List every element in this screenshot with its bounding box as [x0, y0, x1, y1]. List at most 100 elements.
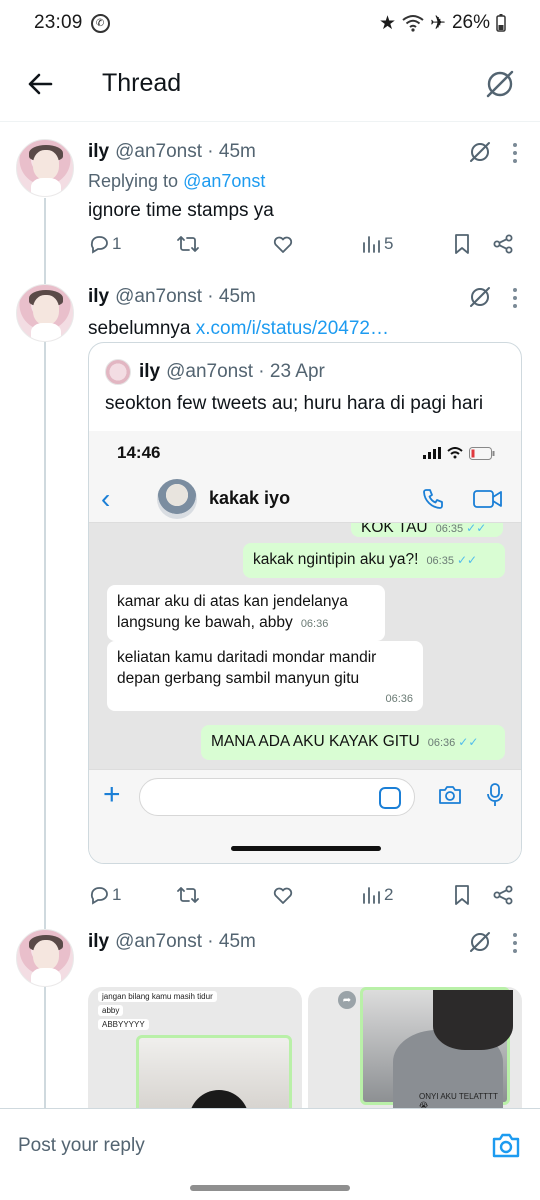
heart-icon	[273, 887, 293, 904]
system-status-bar: 23:09 ✆ ★ ✈ 26%	[0, 0, 540, 46]
grok-icon	[486, 70, 514, 97]
view-count: 2	[384, 885, 394, 904]
reply-button[interactable]: 1	[88, 233, 176, 255]
chat-contact-name: kakak iyo	[209, 488, 291, 508]
sticker-icon	[379, 787, 401, 809]
chat-header: ‹ kakak iyo	[89, 475, 521, 523]
chat-message: KOK TAU 06:35 ✓✓	[351, 523, 503, 537]
chat-message: MANA ADA AKU KAYAK GITU 06:36 ✓✓	[201, 725, 505, 760]
more-options-icon[interactable]	[508, 286, 522, 310]
retweet-icon	[177, 236, 199, 252]
quoted-author-name: ily	[139, 361, 161, 382]
tweet-actions: 1 5	[88, 229, 526, 259]
whatsapp-notification-icon: ✆	[90, 13, 110, 33]
quoted-tweet-card[interactable]: ily @an7onst · 23 Apr seokton few tweets…	[88, 342, 522, 864]
status-link[interactable]: x.com/i/status/20472…	[196, 318, 389, 339]
tweet-author-name[interactable]: ily	[88, 286, 109, 308]
star-icon: ★	[379, 12, 397, 34]
reply-composer[interactable]: Post your reply	[0, 1108, 540, 1182]
chat-message: kamar aku di atas kan jendelanya langsun…	[107, 585, 385, 641]
chat-status-bar: 14:46	[89, 431, 521, 475]
battery-icon	[496, 14, 506, 32]
replying-to: Replying to @an7onst	[88, 171, 266, 191]
arrow-left-icon	[28, 73, 53, 94]
tweet-author-name[interactable]: ily	[88, 141, 109, 163]
views-icon	[363, 236, 380, 253]
share-icon	[493, 234, 513, 254]
grok-icon[interactable]	[468, 140, 492, 164]
camera-icon[interactable]	[490, 1130, 522, 1162]
thread-feed[interactable]: ily @an7onst · 45m Replying to @an7onst …	[0, 123, 540, 1108]
avatar[interactable]	[16, 139, 74, 197]
share-button[interactable]	[492, 233, 516, 255]
like-button[interactable]	[272, 233, 360, 255]
reply-button[interactable]: 1	[88, 884, 176, 906]
retweet-icon	[177, 887, 199, 903]
grok-icon[interactable]	[468, 285, 492, 309]
quoted-avatar	[105, 359, 131, 385]
grok-button[interactable]	[482, 66, 518, 102]
app-header: Thread	[0, 46, 540, 122]
tweet-media-grid: jangan bilang kamu masih tidur abby ABBY…	[88, 987, 522, 1108]
airplane-icon: ✈	[430, 12, 446, 34]
views-button[interactable]: 5	[360, 233, 452, 255]
status-time: 23:09	[34, 12, 83, 33]
tweet-author-name[interactable]: ily	[88, 931, 109, 953]
reply-icon	[90, 887, 108, 905]
chat-home-indicator	[231, 846, 381, 851]
video-call-icon	[473, 488, 503, 510]
chat-screenshot-image[interactable]: 14:46 ‹ kakak iyo KOK TAU 06:35 ✓✓ kakak…	[89, 431, 521, 863]
bookmark-button[interactable]	[452, 884, 492, 906]
reply-input-placeholder[interactable]: Post your reply	[18, 1135, 145, 1157]
chat-clock: 14:46	[117, 443, 161, 462]
more-options-icon[interactable]	[508, 141, 522, 165]
status-icons: ★ ✈ 26%	[379, 12, 506, 35]
bookmark-icon	[455, 234, 469, 254]
chat-contact-avatar	[157, 478, 197, 519]
replying-to-link[interactable]: @an7onst	[183, 171, 265, 191]
more-options-icon[interactable]	[508, 931, 522, 955]
quoted-text: seokton few tweets au; huru hara di pagi…	[105, 393, 484, 414]
avatar[interactable]	[16, 929, 74, 987]
tweet-handle-time: @an7onst · 45m	[115, 141, 256, 162]
reply-icon	[90, 236, 108, 254]
reply-count: 1	[112, 885, 122, 904]
view-count: 5	[384, 234, 394, 253]
wifi-icon	[402, 14, 424, 32]
bookmark-icon	[455, 885, 469, 905]
tweet-text: ignore time stamps ya	[88, 200, 274, 221]
tweet-text: sebelumnya x.com/i/status/20472…	[88, 318, 389, 339]
microphone-icon	[485, 782, 505, 808]
tweet-image-1[interactable]: jangan bilang kamu masih tidur abby ABBY…	[88, 987, 302, 1108]
plus-icon: +	[103, 778, 121, 811]
battery-level: 26%	[451, 12, 490, 33]
chat-messages: KOK TAU 06:35 ✓✓ kakak ngintipin aku ya?! 0…	[89, 523, 521, 769]
share-button[interactable]	[492, 884, 516, 906]
bookmark-button[interactable]	[452, 233, 492, 255]
chat-input-area: +	[89, 769, 521, 863]
tweet-handle-time: @an7onst · 45m	[115, 286, 256, 307]
page-title: Thread	[102, 69, 182, 97]
tweet-handle-time: @an7onst · 45m	[115, 931, 256, 952]
tweet-image-2[interactable]: ➦ ONYI AKU TELATTTT 😭	[308, 987, 522, 1108]
heart-icon	[273, 236, 293, 253]
share-icon	[493, 885, 513, 905]
like-button[interactable]	[272, 884, 360, 906]
chat-message: keliatan kamu daritadi mondar mandir dep…	[107, 641, 423, 711]
camera-icon	[437, 784, 463, 806]
chat-input-field	[139, 778, 415, 816]
signal-icons	[423, 446, 495, 460]
views-button[interactable]: 2	[360, 884, 452, 906]
forward-icon: ➦	[338, 991, 356, 1009]
quoted-handle-date: @an7onst · 23 Apr	[166, 361, 325, 382]
phone-icon	[421, 487, 445, 511]
retweet-button[interactable]	[176, 233, 272, 255]
chat-message: kakak ngintipin aku ya?! 06:35 ✓✓	[243, 543, 505, 578]
views-icon	[363, 887, 380, 904]
back-button[interactable]	[22, 66, 58, 102]
grok-icon[interactable]	[468, 930, 492, 954]
avatar[interactable]	[16, 284, 74, 342]
system-navigation-bar[interactable]	[190, 1185, 350, 1191]
retweet-button[interactable]	[176, 884, 272, 906]
tweet-actions: 1 2	[88, 880, 526, 910]
